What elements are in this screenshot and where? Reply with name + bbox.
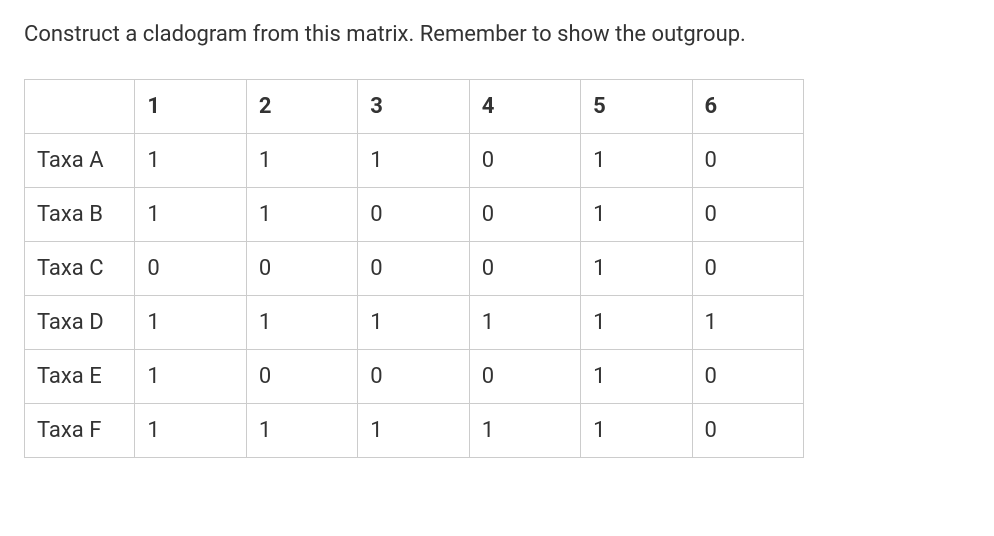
header-blank: [25, 79, 135, 133]
header-col-2: 2: [246, 79, 357, 133]
row-label: Taxa E: [25, 349, 135, 403]
cell-value: 1: [358, 403, 469, 457]
cell-value: 1: [581, 403, 692, 457]
row-label: Taxa F: [25, 403, 135, 457]
header-col-1: 1: [135, 79, 246, 133]
header-col-4: 4: [469, 79, 580, 133]
cell-value: 1: [581, 349, 692, 403]
table-row: Taxa B 1 1 0 0 1 0: [25, 187, 804, 241]
cell-value: 1: [358, 133, 469, 187]
table-row: Taxa C 0 0 0 0 1 0: [25, 241, 804, 295]
cell-value: 1: [135, 187, 246, 241]
cell-value: 1: [469, 295, 580, 349]
cell-value: 0: [469, 133, 580, 187]
header-col-5: 5: [581, 79, 692, 133]
cell-value: 0: [358, 187, 469, 241]
table-row: Taxa A 1 1 1 0 1 0: [25, 133, 804, 187]
cell-value: 0: [358, 349, 469, 403]
cell-value: 1: [246, 403, 357, 457]
cell-value: 1: [358, 295, 469, 349]
cell-value: 0: [135, 241, 246, 295]
table-row: Taxa D 1 1 1 1 1 1: [25, 295, 804, 349]
cell-value: 1: [581, 241, 692, 295]
cell-value: 0: [246, 241, 357, 295]
row-label: Taxa B: [25, 187, 135, 241]
table-row: Taxa F 1 1 1 1 1 0: [25, 403, 804, 457]
cell-value: 0: [469, 241, 580, 295]
cell-value: 1: [135, 403, 246, 457]
header-col-3: 3: [358, 79, 469, 133]
cell-value: 0: [469, 349, 580, 403]
character-matrix-table: 1 2 3 4 5 6 Taxa A 1 1 1 0 1 0 Taxa B 1 …: [24, 79, 804, 458]
instruction-text: Construct a cladogram from this matrix. …: [24, 20, 970, 51]
cell-value: 1: [135, 295, 246, 349]
cell-value: 1: [135, 349, 246, 403]
cell-value: 1: [581, 187, 692, 241]
cell-value: 0: [246, 349, 357, 403]
row-label: Taxa A: [25, 133, 135, 187]
table-header-row: 1 2 3 4 5 6: [25, 79, 804, 133]
row-label: Taxa D: [25, 295, 135, 349]
cell-value: 1: [246, 133, 357, 187]
cell-value: 0: [358, 241, 469, 295]
cell-value: 0: [692, 241, 803, 295]
cell-value: 1: [469, 403, 580, 457]
cell-value: 1: [246, 187, 357, 241]
cell-value: 0: [692, 403, 803, 457]
cell-value: 0: [692, 349, 803, 403]
row-label: Taxa C: [25, 241, 135, 295]
cell-value: 0: [692, 187, 803, 241]
cell-value: 0: [692, 133, 803, 187]
cell-value: 1: [581, 295, 692, 349]
cell-value: 1: [135, 133, 246, 187]
cell-value: 1: [246, 295, 357, 349]
header-col-6: 6: [692, 79, 803, 133]
cell-value: 1: [692, 295, 803, 349]
cell-value: 0: [469, 187, 580, 241]
cell-value: 1: [581, 133, 692, 187]
table-row: Taxa E 1 0 0 0 1 0: [25, 349, 804, 403]
